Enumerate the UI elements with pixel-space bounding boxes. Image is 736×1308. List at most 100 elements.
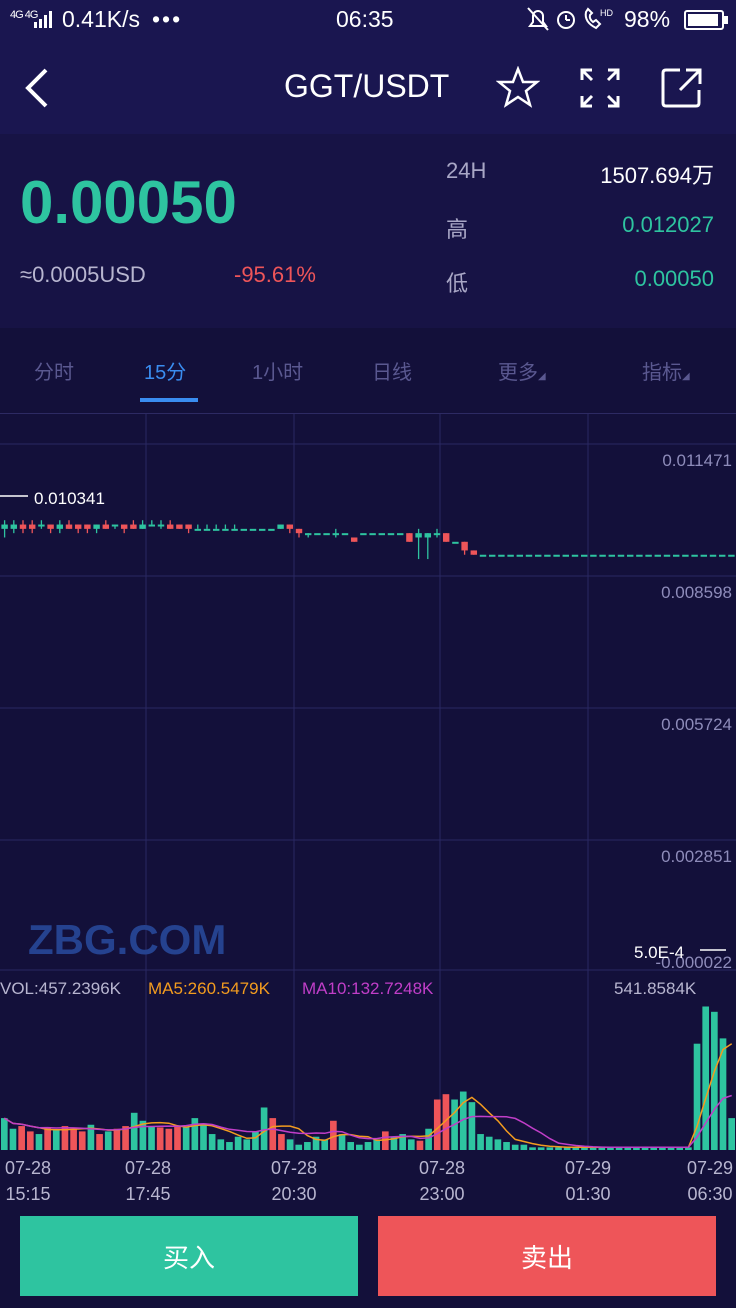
ticker-panel: 0.00050 ≈0.0005USD -95.61% 24H 1507.694万… [0,134,736,328]
candle-body [111,524,119,527]
candle-body [507,554,514,557]
time-label-date: 07-28 [271,1158,317,1178]
volume-bar [433,1099,441,1150]
volume-bar [78,1131,86,1150]
volume-bar [425,1128,432,1150]
star-icon[interactable] [496,66,540,110]
candle-body [709,554,717,557]
time-axis: 07-28 15:15 07-28 17:45 07-28 20:30 07-28 23:00… [5,1158,733,1204]
tab-timeshare[interactable]: 分时 [34,356,74,385]
signal-icon [34,11,52,28]
volume-bar [304,1142,311,1150]
tab-15min[interactable]: 15分 [144,356,186,385]
ma10-label: MA10:132.7248K [302,979,434,998]
candle-body [84,524,91,529]
candle-body [599,554,606,557]
candle-body [19,524,27,529]
candle-body [433,533,441,536]
tab-1hour[interactable]: 1小时 [252,356,303,385]
candle-body [176,524,183,529]
stat-label-high: 高 [446,217,469,242]
volume-bar [243,1139,251,1150]
volume-bar [347,1142,355,1150]
back-icon[interactable] [22,66,52,110]
candle-body [28,524,36,529]
stat-label-24h: 24H [446,158,487,183]
vol-label: VOL:457.2396K [0,979,122,998]
candle-body [728,554,735,557]
dropdown-caret-icon: ◢ [682,371,690,382]
time-label-time: 17:45 [125,1184,170,1204]
volume-bar [555,1147,562,1150]
time-label-time: 20:30 [271,1184,316,1204]
ma10-line [3,1094,732,1149]
candle-body [516,554,524,557]
candle-body [38,524,45,527]
candle-body [645,554,652,557]
tab-more[interactable]: 更多◢ [498,356,546,385]
volume-bar [113,1128,121,1150]
candle-body [139,524,146,529]
candle-body [286,524,294,529]
volume-bar [104,1131,112,1150]
candle-body [663,554,671,557]
candle-body [249,528,257,531]
volume-bar [295,1144,303,1150]
candle-body [268,528,275,531]
volume-bar [407,1139,415,1150]
candle-body [194,528,202,531]
volume-bar [546,1147,554,1150]
usd-price: ≈0.0005USD [20,262,146,287]
sell-button[interactable]: 卖出 [378,1216,716,1296]
candle-body [304,533,312,536]
candle-body [341,533,349,536]
time-label-date: 07-29 [687,1158,733,1178]
volume-bar [260,1107,268,1150]
candle-body [130,524,137,529]
time-label-date: 07-28 [125,1158,171,1178]
candle-body [378,533,386,536]
volume-bar [191,1118,199,1150]
candle-body [470,550,478,555]
tab-daily[interactable]: 日线 [372,356,412,385]
candle-body [571,554,579,557]
time-label-time: 23:00 [419,1184,464,1204]
mute-bell-icon [527,7,549,31]
candle-body [544,554,551,557]
candle-body [1,524,8,529]
last-price-label: 5.0E-4 [634,943,684,962]
candle-body [222,528,229,531]
candle-body [553,554,560,557]
volume-bar [70,1128,77,1150]
candle-body [102,524,110,529]
candle-body [332,533,340,536]
candle-body [415,533,422,538]
volume-bar [130,1112,138,1150]
active-tab-indicator [140,398,198,402]
time-label-date: 07-28 [419,1158,465,1178]
volume-bar [26,1131,34,1150]
candle-body [461,541,468,551]
candle-body [396,533,404,536]
candle-series [1,520,735,560]
candle-body [626,554,634,557]
fullscreen-icon[interactable] [578,66,622,110]
buy-button[interactable]: 买入 [20,1216,358,1296]
volume-bar [485,1136,493,1150]
volume-bar [9,1128,17,1150]
candle-body [718,554,726,557]
price-tick-label: 0.008598 [661,583,732,602]
candle-body [350,537,358,542]
last-price: 0.00050 [20,169,237,236]
share-icon[interactable] [660,66,704,110]
price-axis: 0.0114710.0085980.0057240.002851-0.00002… [655,451,732,972]
volume-bar [52,1130,60,1150]
time-label-time: 01:30 [565,1184,610,1204]
volume-bar [208,1134,216,1150]
kline-chart[interactable]: ZBG.COM 0.011471 0.008598 0.005724 0.002851… [0,414,736,1214]
candle-body [654,554,662,557]
volume-bar [364,1142,372,1150]
price-tick-label: 0.005724 [661,715,732,734]
tab-indicators[interactable]: 指标◢ [642,356,690,385]
tab-indicators-label: 指标 [642,362,682,384]
